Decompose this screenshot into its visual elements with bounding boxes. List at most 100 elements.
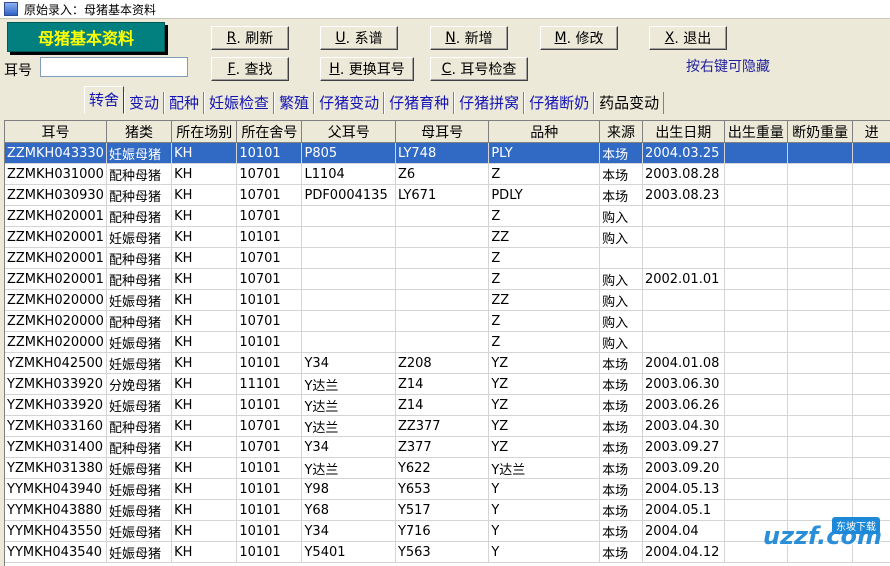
table-cell: [787, 289, 854, 311]
table-row[interactable]: ZZMKH031000 配种母猪 KH 10701 L1104 Z6 Z 本场 2003.08.…: [5, 163, 890, 185]
tab-transfer[interactable]: 转舍: [84, 86, 125, 114]
table-cell: KH: [171, 268, 238, 290]
tab-piglet-weaning[interactable]: 仔猪断奶: [524, 92, 595, 114]
column-header[interactable]: 母耳号: [395, 121, 490, 143]
change-ear-label: . 更换耳号: [339, 62, 405, 78]
table-cell: [724, 373, 789, 395]
column-header[interactable]: 父耳号: [301, 121, 396, 143]
table-row[interactable]: YZMKH042500 妊娠母猪 KH 10101 Y34 Z208 YZ 本场 2004.01…: [5, 352, 890, 374]
column-header[interactable]: 猪类: [106, 121, 173, 143]
modify-button[interactable]: M. 修改: [540, 26, 618, 50]
table-cell: YZMKH031400: [5, 436, 107, 458]
table-row[interactable]: ZZMKH020001 妊娠母猪 KH 10101 ZZ 购入: [5, 226, 890, 248]
table-cell: [852, 184, 890, 206]
column-header[interactable]: 所在舍号: [236, 121, 303, 143]
column-header[interactable]: 耳号: [5, 121, 107, 143]
column-header[interactable]: 来源: [599, 121, 643, 143]
table-cell: 配种母猪: [106, 436, 173, 458]
table-cell: Z14: [395, 373, 490, 395]
tab-pregnancy-check[interactable]: 妊娠检查: [204, 92, 275, 114]
table-row[interactable]: ZZMKH020000 配种母猪 KH 10701 Z 购入: [5, 310, 890, 332]
table-cell: 妊娠母猪: [106, 499, 173, 521]
table-cell: 10701: [236, 184, 303, 206]
column-header[interactable]: 出生日期: [642, 121, 725, 143]
table-cell: 本场: [599, 415, 643, 437]
table-cell: [852, 373, 890, 395]
column-header[interactable]: 进: [852, 121, 890, 143]
column-header[interactable]: 出生重量: [724, 121, 789, 143]
table-cell: Y达兰: [301, 373, 396, 395]
tab-piglet-breeding[interactable]: 仔猪育种: [384, 92, 455, 114]
exit-button[interactable]: X. 退出: [649, 26, 727, 50]
table-cell: 10101: [236, 499, 303, 521]
column-header[interactable]: 品种: [488, 121, 601, 143]
table-row[interactable]: ZZMKH030930 配种母猪 KH 10701 PDF0004135 LY671 PDL…: [5, 184, 890, 206]
tab-reproduction[interactable]: 繁殖: [274, 92, 315, 114]
table-row[interactable]: YZMKH033920 分娩母猪 KH 11101 Y达兰 Z14 YZ 本场 2003.06.…: [5, 373, 890, 395]
table-cell: 购入: [599, 310, 643, 332]
table-cell: [599, 247, 643, 269]
table-cell: [724, 184, 789, 206]
table-cell: KH: [171, 184, 238, 206]
change-ear-key: H: [329, 61, 340, 77]
table-cell: 妊娠母猪: [106, 478, 173, 500]
change-ear-button[interactable]: H. 更换耳号: [320, 57, 414, 81]
table-row[interactable]: YZMKH031400 配种母猪 KH 10701 Y34 Z377 YZ 本场 2003.09…: [5, 436, 890, 458]
table-cell: KH: [171, 436, 238, 458]
table-row[interactable]: YZMKH031380 妊娠母猪 KH 10101 Y达兰 Y622 Y达兰 本场 2003.0…: [5, 457, 890, 479]
table-cell: ZZ: [488, 289, 601, 311]
tab-piglet-change[interactable]: 仔猪变动: [314, 92, 385, 114]
table-cell: KH: [171, 331, 238, 353]
table-cell: YZ: [488, 436, 601, 458]
table-row[interactable]: ZZMKH020000 妊娠母猪 KH 10101 Z 购入: [5, 331, 890, 353]
table-cell: YZ: [488, 373, 601, 395]
table-row[interactable]: ZZMKH043330 妊娠母猪 KH 10101 P805 LY748 PLY 本场 2004…: [5, 142, 890, 164]
table-row[interactable]: YZMKH033920 妊娠母猪 KH 10101 Y达兰 Z14 YZ 本场 2003.06.…: [5, 394, 890, 416]
column-header[interactable]: 所在场别: [171, 121, 238, 143]
table-cell: 10701: [236, 247, 303, 269]
add-button[interactable]: N. 新增: [430, 26, 508, 50]
table-cell: Y达兰: [301, 457, 396, 479]
column-header[interactable]: 断奶重量: [787, 121, 854, 143]
table-cell: Z: [488, 310, 601, 332]
table-cell: Y: [488, 499, 601, 521]
ear-number-input[interactable]: [40, 57, 188, 77]
table-row[interactable]: YYMKH043940 妊娠母猪 KH 10101 Y98 Y653 Y 本场 2004.05.…: [5, 478, 890, 500]
table-row[interactable]: ZZMKH020001 配种母猪 KH 10701 Z 购入: [5, 205, 890, 227]
table-cell: KH: [171, 163, 238, 185]
table-cell: KH: [171, 247, 238, 269]
sow-data-grid[interactable]: 耳号 猪类 所在场别 所在舍号 父耳号 母耳号 品种 来源 出生日期 出生重量 断奶重量进 ZZMK…: [4, 120, 890, 566]
table-cell: 10101: [236, 331, 303, 353]
tab-piglet-fostering[interactable]: 仔猪拼窝: [454, 92, 525, 114]
table-row[interactable]: ZZMKH020001 配种母猪 KH 10701 Z 购入 2002.01.01: [5, 268, 890, 290]
pedigree-label: . 系谱: [345, 31, 383, 47]
table-cell: 10101: [236, 226, 303, 248]
table-cell: ZZMKH020001: [5, 247, 107, 269]
table-cell: 10701: [236, 163, 303, 185]
table-cell: [852, 268, 890, 290]
ear-check-key: C: [441, 61, 452, 77]
refresh-label: . 刷新: [236, 31, 274, 47]
table-cell: [642, 310, 725, 332]
table-row[interactable]: ZZMKH020000 妊娠母猪 KH 10101 ZZ 购入: [5, 289, 890, 311]
table-cell: [852, 142, 890, 164]
table-cell: [301, 310, 396, 332]
tab-change[interactable]: 变动: [124, 92, 165, 114]
table-row[interactable]: ZZMKH020001 配种母猪 KH 10701 Z: [5, 247, 890, 269]
table-cell: [787, 394, 854, 416]
tab-drug-change[interactable]: 药品变动: [594, 92, 665, 114]
table-cell: [852, 247, 890, 269]
table-cell: ZZMKH020000: [5, 331, 107, 353]
find-button[interactable]: F. 查找: [211, 57, 289, 81]
table-cell: 购入: [599, 205, 643, 227]
table-cell: KH: [171, 520, 238, 542]
refresh-button[interactable]: R. 刷新: [211, 26, 289, 50]
table-cell: Z: [488, 247, 601, 269]
table-row[interactable]: YZMKH033160 配种母猪 KH 10701 Y达兰 ZZ377 YZ 本场 2003.0…: [5, 415, 890, 437]
table-cell: YYMKH043940: [5, 478, 107, 500]
table-cell: 配种母猪: [106, 415, 173, 437]
ear-check-button[interactable]: C. 耳号检查: [430, 57, 528, 81]
table-cell: YYMKH043550: [5, 520, 107, 542]
pedigree-button[interactable]: U. 系谱: [320, 26, 398, 50]
tab-breeding[interactable]: 配种: [164, 92, 205, 114]
